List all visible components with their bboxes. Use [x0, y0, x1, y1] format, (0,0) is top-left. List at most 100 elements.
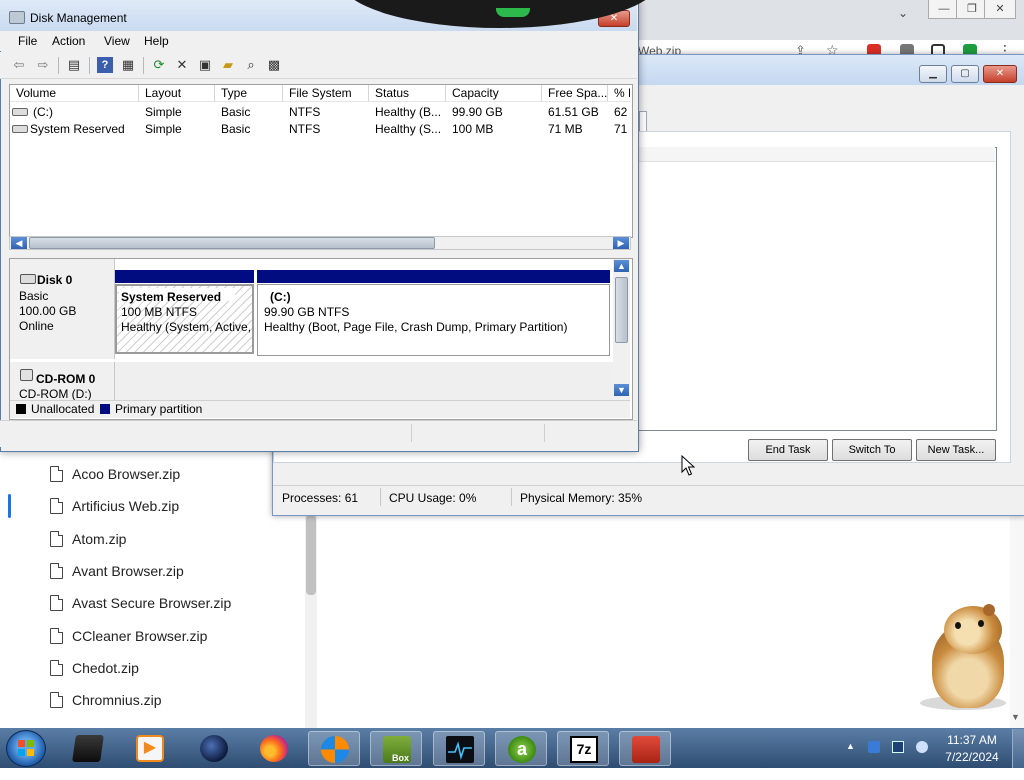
- delete-icon[interactable]: ✕: [174, 57, 190, 73]
- col-volume[interactable]: Volume: [10, 85, 139, 101]
- file-list-item[interactable]: Artificius Web.zip: [0, 490, 300, 522]
- tm-close-button[interactable]: ✕: [983, 65, 1017, 83]
- start-button[interactable]: [6, 730, 46, 767]
- taskbar-globe-app[interactable]: [188, 731, 240, 766]
- tm-status-divider: [380, 488, 381, 506]
- file-list-item[interactable]: Acoo Browser.zip: [0, 458, 300, 490]
- media-player-icon: ▶: [136, 735, 164, 762]
- col-file-system[interactable]: File System: [283, 85, 369, 101]
- scroll-left-arrow-icon[interactable]: ◀: [11, 237, 27, 249]
- file-icon: [50, 498, 63, 515]
- taskbar-box-app[interactable]: Box: [370, 731, 422, 766]
- tray-monitor-icon[interactable]: [892, 741, 904, 753]
- firefox-icon: [260, 735, 288, 762]
- file-name: Avant Browser.zip: [72, 562, 184, 579]
- file-icon: [50, 530, 63, 547]
- file-list-item[interactable]: Avant Browser.zip: [0, 555, 300, 587]
- row-c-capacity: 99.90 GB: [452, 105, 503, 119]
- dm-toolbar: [0, 52, 637, 79]
- taskbar-monitor-app[interactable]: [433, 731, 485, 766]
- hscroll-thumb[interactable]: [29, 237, 435, 249]
- browser-tab-search-icon[interactable]: ⌄: [898, 6, 908, 20]
- file-list-item[interactable]: CCleaner Browser.zip: [0, 620, 300, 652]
- taskbar-7zip[interactable]: 7z: [557, 731, 609, 766]
- disk-settings-icon[interactable]: ▩: [266, 57, 282, 73]
- file-list-item[interactable]: Avast Secure Browser.zip: [0, 587, 300, 619]
- vscroll-thumb[interactable]: [615, 277, 628, 343]
- row-c-layout: Simple: [145, 105, 182, 119]
- switch-to-button[interactable]: Switch To: [832, 439, 912, 461]
- toolbox-icon: [632, 736, 660, 763]
- globe-icon: [200, 735, 228, 762]
- scroll-down-arrow-icon[interactable]: ▼: [614, 384, 629, 396]
- tray-sync-icon[interactable]: [916, 741, 928, 753]
- tray-network-icon[interactable]: [868, 741, 880, 753]
- new-task-button[interactable]: New Task...: [916, 439, 996, 461]
- clock-time[interactable]: 11:37 AM: [940, 733, 1004, 747]
- menu-file[interactable]: File: [18, 34, 37, 48]
- help-icon[interactable]: ?: [97, 57, 113, 73]
- end-task-button[interactable]: End Task: [748, 439, 828, 461]
- menu-help[interactable]: Help: [144, 34, 169, 48]
- col-free-space[interactable]: Free Spa...: [542, 85, 608, 101]
- row-c-pct: 62: [614, 105, 628, 119]
- tm-maximize-button[interactable]: ▢: [951, 65, 979, 83]
- file-list-item[interactable]: Chromnius.zip: [0, 684, 300, 716]
- row-sysres-free: 71 MB: [548, 122, 583, 136]
- file-name: Atom.zip: [72, 530, 127, 547]
- file-name: Avast Secure Browser.zip: [72, 595, 232, 612]
- toolbar-separator: [89, 57, 90, 74]
- scroll-right-arrow-icon[interactable]: ▶: [613, 237, 629, 249]
- disk0-name: Disk 0: [37, 273, 73, 287]
- file-list-item[interactable]: Atom.zip: [0, 523, 300, 555]
- magnifier-icon[interactable]: ⌕: [243, 57, 259, 73]
- refresh-icon[interactable]: ⟳: [151, 57, 167, 73]
- menu-action[interactable]: Action: [52, 34, 85, 48]
- col-layout[interactable]: Layout: [139, 85, 215, 101]
- file-icon: [50, 466, 63, 482]
- taskbar-toolbox-app[interactable]: [619, 731, 671, 766]
- file-name: Chromnius.zip: [72, 692, 162, 709]
- toolbar-separator: [58, 57, 59, 74]
- file-icon: [50, 595, 63, 612]
- disk0-type: Basic: [19, 289, 49, 303]
- row-c-volume[interactable]: (C:): [33, 105, 133, 119]
- forward-arrow-icon[interactable]: ⇨: [35, 57, 51, 73]
- volume-drive-icon: [12, 108, 28, 116]
- tm-minimize-button[interactable]: ▁: [919, 65, 947, 83]
- unallocated-swatch: [16, 404, 26, 414]
- legend-primary: Primary partition: [115, 402, 203, 416]
- menu-view[interactable]: View: [104, 34, 130, 48]
- col-percent-free[interactable]: % F: [608, 85, 630, 101]
- open-folder-icon[interactable]: ▰: [220, 57, 236, 73]
- row-sysres-volume[interactable]: System Reserved: [30, 122, 136, 136]
- file-list-item[interactable]: Chedot.zip: [0, 652, 300, 684]
- tm-status-divider: [511, 488, 512, 506]
- taskbar-browser-a[interactable]: a: [495, 731, 547, 766]
- tm-cpu-usage: CPU Usage: 0%: [389, 491, 477, 505]
- console-tree-icon[interactable]: ▤: [66, 57, 82, 73]
- show-desktop-button[interactable]: [1012, 729, 1024, 768]
- cdrom-drive-icon: [20, 369, 33, 381]
- tray-expand-icon[interactable]: ▲: [846, 741, 855, 751]
- taskbar-browser-circle[interactable]: [308, 731, 360, 766]
- taskbar-terminal-app[interactable]: [62, 731, 114, 766]
- page-scrollbar[interactable]: [1010, 515, 1024, 728]
- back-arrow-icon[interactable]: ⇦: [11, 57, 27, 73]
- col-status[interactable]: Status: [369, 85, 446, 101]
- file-list-scroll-thumb[interactable]: [306, 515, 316, 595]
- clock-date[interactable]: 7/22/2024: [940, 750, 1004, 764]
- browser-close-button[interactable]: ✕: [984, 0, 1016, 19]
- taskbar-firefox[interactable]: [248, 731, 300, 766]
- tm-tab-applications[interactable]: [639, 111, 647, 131]
- box-app-icon: Box: [383, 736, 411, 763]
- properties-pane-icon[interactable]: ▦: [120, 57, 136, 73]
- scroll-up-arrow-icon[interactable]: ▲: [614, 260, 629, 272]
- properties-icon[interactable]: ▣: [197, 57, 213, 73]
- row-sysres-status: Healthy (S...: [375, 122, 442, 136]
- scroll-down-arrow-icon[interactable]: ▼: [1011, 712, 1020, 722]
- taskbar-media-player[interactable]: ▶: [124, 731, 176, 766]
- cdrom-partition-area[interactable]: [114, 362, 614, 400]
- col-type[interactable]: Type: [215, 85, 283, 101]
- col-capacity[interactable]: Capacity: [446, 85, 542, 101]
